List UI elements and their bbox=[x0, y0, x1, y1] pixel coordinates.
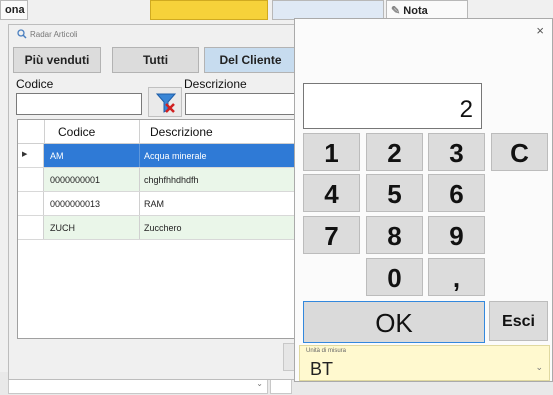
header-codice[interactable]: Codice bbox=[58, 125, 95, 139]
column-divider bbox=[44, 120, 45, 143]
row-selector-icon: ▶ bbox=[22, 151, 28, 158]
row-header bbox=[18, 216, 44, 239]
cell-codice: 0000000001 bbox=[50, 175, 101, 185]
tab-del-cliente[interactable]: Del Cliente bbox=[204, 47, 297, 73]
background-highlight-button[interactable] bbox=[150, 0, 268, 20]
cell-descrizione: Zucchero bbox=[144, 223, 182, 233]
cell-codice: ZUCH bbox=[50, 223, 75, 233]
table-row[interactable]: 0000000001 chghfhhdhdfh bbox=[18, 168, 306, 192]
radar-title-text: Radar Articoli bbox=[30, 30, 78, 40]
column-divider bbox=[139, 144, 140, 167]
table-row[interactable]: ▶ AM Acqua minerale bbox=[18, 144, 306, 168]
cell-codice: 0000000013 bbox=[50, 199, 101, 209]
key-5[interactable]: 5 bbox=[366, 174, 423, 212]
numeric-keypad-dialog: × 2 1 2 3 C 4 5 6 7 8 9 0 , OK Esci Unit… bbox=[294, 18, 553, 382]
key-9[interactable]: 9 bbox=[428, 216, 485, 254]
close-icon[interactable]: × bbox=[536, 23, 544, 38]
header-descrizione[interactable]: Descrizione bbox=[150, 125, 213, 139]
note-icon: ✎ bbox=[391, 5, 404, 17]
key-4[interactable]: 4 bbox=[303, 174, 360, 212]
key-comma[interactable]: , bbox=[428, 258, 485, 296]
key-1[interactable]: 1 bbox=[303, 133, 360, 171]
codice-label: Codice bbox=[16, 77, 54, 91]
unit-of-measure-select[interactable]: Unità di misura BT ⌄ bbox=[299, 345, 550, 381]
clear-filter-icon bbox=[155, 92, 177, 119]
nota-label: Nota bbox=[403, 5, 428, 17]
row-header bbox=[18, 192, 44, 215]
descrizione-input[interactable] bbox=[185, 93, 303, 115]
background-field[interactable] bbox=[272, 0, 384, 20]
cell-descrizione: Acqua minerale bbox=[144, 151, 207, 161]
tab-tutti[interactable]: Tutti bbox=[112, 47, 199, 73]
chevron-down-icon: ⌄ bbox=[535, 362, 543, 372]
nota-button[interactable]: ✎ Nota bbox=[386, 0, 468, 20]
keypad-display: 2 bbox=[303, 83, 482, 129]
background-toolbar: ona ✎ Nota bbox=[0, 0, 553, 20]
row-header: ▶ bbox=[18, 144, 44, 167]
radar-articoli-window: Radar Articoli Più venduti Tutti Del Cli… bbox=[8, 24, 308, 380]
radar-title: Radar Articoli bbox=[17, 29, 78, 41]
table-row[interactable]: 0000000013 RAM bbox=[18, 192, 306, 216]
key-2[interactable]: 2 bbox=[366, 133, 423, 171]
key-8[interactable]: 8 bbox=[366, 216, 423, 254]
column-divider bbox=[139, 168, 140, 191]
chevron-down-icon: ⌄ bbox=[256, 379, 263, 388]
key-6[interactable]: 6 bbox=[428, 174, 485, 212]
cell-descrizione: chghfhhdhdfh bbox=[144, 175, 199, 185]
esci-button[interactable]: Esci bbox=[489, 301, 548, 341]
column-divider bbox=[139, 216, 140, 239]
tab-piu-venduti[interactable]: Più venduti bbox=[13, 47, 101, 73]
row-header bbox=[18, 168, 44, 191]
articoli-grid: Codice Descrizione ▶ AM Acqua minerale 0… bbox=[17, 119, 307, 339]
key-7[interactable]: 7 bbox=[303, 216, 360, 254]
key-3[interactable]: 3 bbox=[428, 133, 485, 171]
clear-filter-button[interactable] bbox=[148, 87, 182, 117]
column-divider bbox=[139, 192, 140, 215]
key-clear[interactable]: C bbox=[491, 133, 548, 171]
cell-codice: AM bbox=[50, 151, 64, 161]
key-0[interactable]: 0 bbox=[366, 258, 423, 296]
unit-label: Unità di misura bbox=[306, 348, 347, 354]
grid-header: Codice Descrizione bbox=[18, 120, 306, 144]
background-button[interactable]: ona bbox=[0, 0, 28, 20]
codice-input[interactable] bbox=[16, 93, 142, 115]
ok-button[interactable]: OK bbox=[303, 301, 485, 343]
search-icon bbox=[17, 29, 27, 41]
unit-value: BT bbox=[310, 359, 334, 379]
column-divider bbox=[139, 120, 140, 143]
descrizione-label: Descrizione bbox=[184, 77, 247, 91]
cell-descrizione: RAM bbox=[144, 199, 164, 209]
table-row[interactable]: ZUCH Zucchero bbox=[18, 216, 306, 240]
